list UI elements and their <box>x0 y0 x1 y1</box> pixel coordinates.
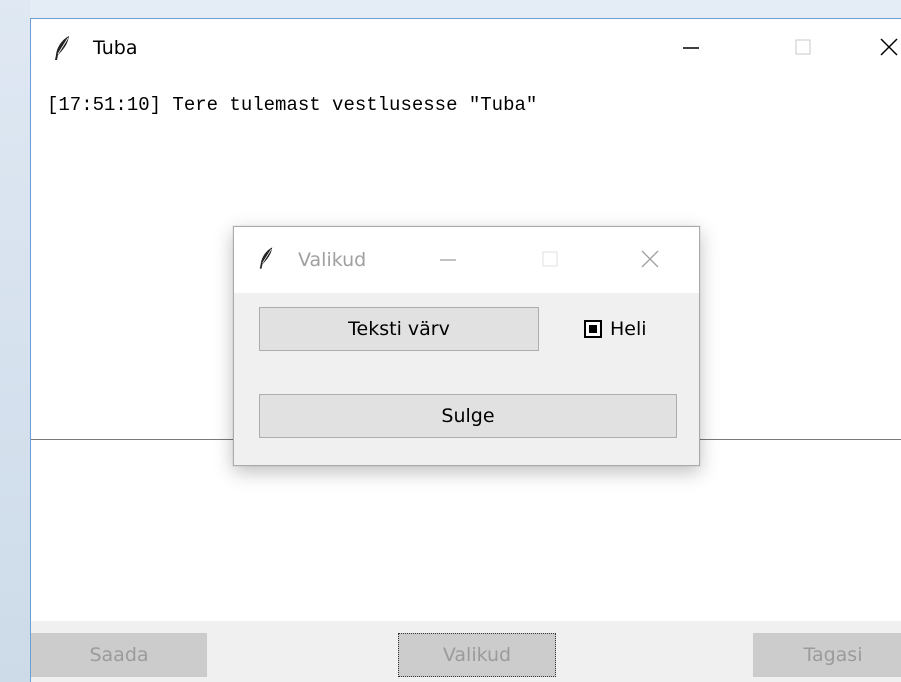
dialog-titlebar[interactable]: Valikud <box>234 227 699 293</box>
options-button[interactable]: Valikud <box>398 633 556 677</box>
send-button[interactable]: Saada <box>31 633 207 677</box>
minimize-icon[interactable] <box>671 27 711 67</box>
maximize-icon[interactable] <box>532 241 568 277</box>
feather-icon <box>55 36 69 60</box>
sound-checkbox[interactable]: Heli <box>584 316 647 342</box>
window-title: Tuba <box>93 37 138 59</box>
dialog-title: Valikud <box>298 249 367 271</box>
desktop-background-left <box>0 0 30 682</box>
button-bar: Saada Valikud Tagasi <box>31 621 901 682</box>
message-input[interactable] <box>31 440 901 621</box>
text-color-button[interactable]: Teksti värv <box>259 307 539 351</box>
close-icon[interactable] <box>869 27 901 67</box>
checkbox-icon[interactable] <box>584 320 602 338</box>
desktop-background <box>0 0 901 18</box>
main-titlebar[interactable]: Tuba <box>31 19 901 77</box>
close-icon[interactable] <box>632 241 668 277</box>
feather-icon <box>259 247 273 269</box>
options-dialog: Valikud Teksti värv Heli Sulge <box>233 226 700 466</box>
back-button[interactable]: Tagasi <box>753 633 901 677</box>
sound-checkbox-label: Heli <box>610 318 647 340</box>
maximize-icon[interactable] <box>783 27 823 67</box>
chat-message: [17:51:10] Tere tulemast vestlusesse "Tu… <box>47 94 538 116</box>
checkbox-check-mark <box>589 325 597 333</box>
minimize-icon[interactable] <box>430 241 466 277</box>
close-button[interactable]: Sulge <box>259 394 677 438</box>
